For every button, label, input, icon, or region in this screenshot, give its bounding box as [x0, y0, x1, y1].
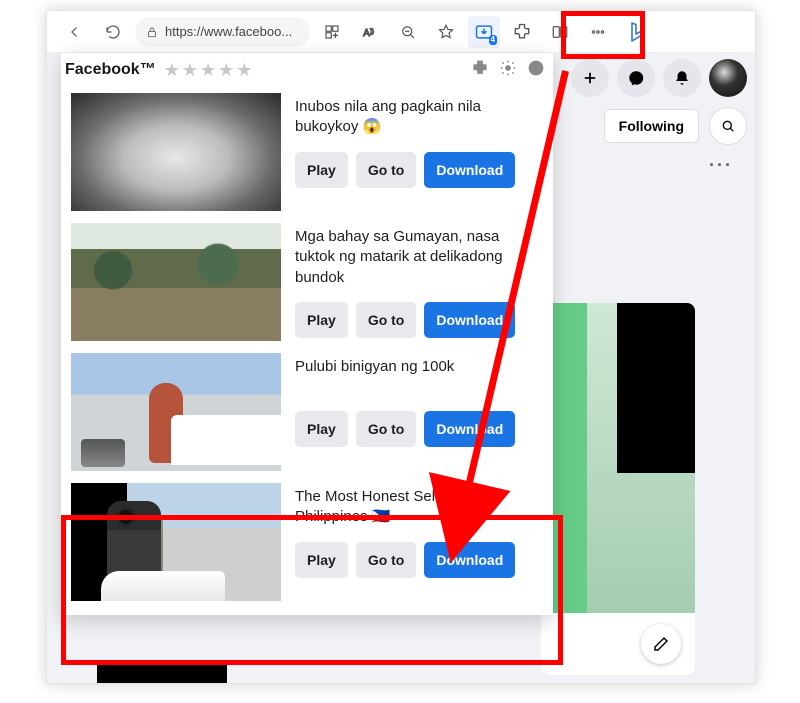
fb-post	[541, 303, 695, 675]
download-button[interactable]: Download	[424, 542, 515, 578]
downloader-panel: Facebook™ ★★★★★ Inubos nila ang pagkain …	[61, 53, 553, 615]
page-content: Following ··· Facebook™ ★★★★★	[47, 53, 755, 683]
rating-stars[interactable]: ★★★★★	[164, 60, 254, 81]
play-button[interactable]: Play	[295, 152, 348, 188]
browser-window: https://www.faceboo... A)) 4	[46, 10, 756, 684]
back-button[interactable]	[59, 16, 91, 48]
notifications-button[interactable]	[663, 59, 701, 97]
profile-search-button[interactable]	[709, 107, 747, 145]
video-thumbnail[interactable]	[71, 353, 281, 471]
bing-button[interactable]	[620, 15, 654, 49]
video-thumbnail[interactable]	[71, 223, 281, 341]
panel-puzzle-icon[interactable]	[471, 59, 489, 82]
apps-button[interactable]	[316, 16, 348, 48]
post-video-region[interactable]	[617, 303, 695, 473]
goto-button[interactable]: Go to	[356, 152, 417, 188]
following-label: Following	[619, 118, 684, 134]
account-avatar[interactable]	[709, 59, 747, 97]
following-button[interactable]: Following	[604, 109, 699, 143]
messenger-button[interactable]	[617, 59, 655, 97]
fb-top-actions	[571, 59, 755, 97]
downloader-extension-button[interactable]: 4	[468, 16, 500, 48]
extension-badge: 4	[489, 35, 497, 45]
panel-gear-icon[interactable]	[499, 59, 517, 82]
goto-button[interactable]: Go to	[356, 542, 417, 578]
video-title: Pulubi binigyan ng 100k	[295, 357, 543, 397]
url-text: https://www.faceboo...	[165, 24, 292, 39]
video-thumbnail[interactable]	[71, 483, 281, 601]
post-menu-button[interactable]: ···	[709, 155, 733, 176]
edit-post-button[interactable]	[641, 624, 681, 664]
panel-help-icon[interactable]	[527, 59, 545, 82]
post-footer	[541, 613, 695, 675]
goto-button[interactable]: Go to	[356, 411, 417, 447]
video-title: Mga bahay sa Gumayan, nasa tuktok ng mat…	[295, 227, 543, 288]
download-button[interactable]: Download	[424, 411, 515, 447]
svg-text:A: A	[363, 27, 370, 38]
video-item: Inubos nila ang pagkain nila bukoykoy 😱 …	[61, 87, 553, 217]
play-button[interactable]: Play	[295, 302, 348, 338]
extensions-button[interactable]	[506, 16, 538, 48]
video-item: Pulubi binigyan ng 100k Play Go to Downl…	[61, 347, 553, 477]
more-button[interactable]	[582, 16, 614, 48]
bottom-strip	[97, 661, 227, 683]
play-button[interactable]: Play	[295, 411, 348, 447]
panel-header: Facebook™ ★★★★★	[61, 53, 553, 87]
browser-toolbar: https://www.faceboo... A)) 4	[47, 11, 755, 53]
download-button[interactable]: Download	[424, 152, 515, 188]
create-button[interactable]	[571, 59, 609, 97]
address-bar[interactable]: https://www.faceboo...	[135, 17, 310, 47]
zoom-out-button[interactable]	[392, 16, 424, 48]
fb-profile-actions: Following	[604, 107, 747, 145]
split-screen-button[interactable]	[544, 16, 576, 48]
video-title: The Most Honest Seller in the Philippine…	[295, 487, 543, 528]
video-item: Mga bahay sa Gumayan, nasa tuktok ng mat…	[61, 217, 553, 347]
favorites-button[interactable]	[430, 16, 462, 48]
video-thumbnail[interactable]	[71, 93, 281, 211]
lock-icon	[145, 25, 159, 39]
read-aloud-button[interactable]: A))	[354, 16, 386, 48]
goto-button[interactable]: Go to	[356, 302, 417, 338]
video-title: Inubos nila ang pagkain nila bukoykoy 😱	[295, 97, 543, 138]
refresh-button[interactable]	[97, 16, 129, 48]
video-item: The Most Honest Seller in the Philippine…	[61, 477, 553, 607]
play-button[interactable]: Play	[295, 542, 348, 578]
svg-text:)): ))	[370, 28, 374, 34]
download-button[interactable]: Download	[424, 302, 515, 338]
panel-title: Facebook™	[65, 61, 156, 79]
